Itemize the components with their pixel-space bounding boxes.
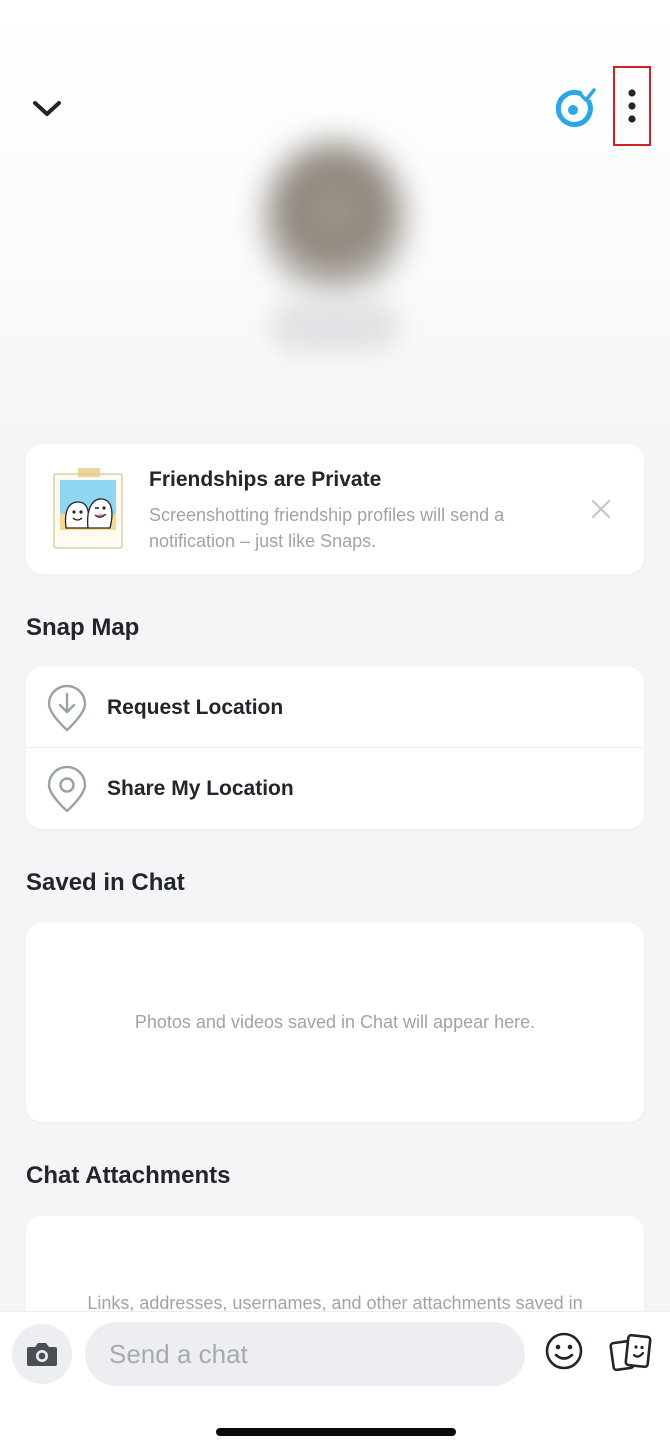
home-indicator [216,1428,456,1436]
request-location-label: Request Location [107,695,284,719]
snapstar-button[interactable] [548,82,602,136]
close-icon [591,499,611,519]
notice-close-button[interactable] [586,494,616,524]
share-my-location-row[interactable]: Share My Location [26,748,644,829]
emoji-icon [545,1332,583,1370]
camera-icon [27,1343,57,1366]
saved-in-chat-card: Photos and videos saved in Chat will app… [26,923,644,1122]
friendship-privacy-notice: Friendships are Private Screenshotting f… [26,444,644,574]
display-name [270,300,400,352]
request-location-row[interactable]: Request Location [26,667,644,748]
camera-button[interactable] [12,1324,72,1384]
sticker-icon [609,1333,652,1372]
snapstar-icon [555,88,596,127]
location-pin-icon [47,765,87,812]
sticker-button[interactable] [608,1330,654,1376]
more-options-button[interactable] [613,66,651,146]
notice-body: Screenshotting friendship profiles will … [149,505,505,551]
location-request-icon [47,684,87,731]
avatar[interactable] [262,138,407,298]
chat-attachments-title: Chat Attachments [26,1162,231,1189]
emoji-button[interactable] [543,1330,585,1372]
chat-input[interactable] [85,1322,525,1386]
friends-polaroid-illustration [53,468,123,549]
chevron-down-icon [33,101,61,116]
back-button[interactable] [22,84,72,134]
notice-title: Friendships are Private [149,468,382,491]
saved-in-chat-title: Saved in Chat [26,869,185,896]
share-my-location-label: Share My Location [107,776,294,800]
snap-map-card: Request Location Share My Location [26,667,644,829]
saved-in-chat-empty-text: Photos and videos saved in Chat will app… [134,1012,536,1032]
snap-map-title: Snap Map [26,614,140,641]
more-vertical-icon [628,89,636,123]
